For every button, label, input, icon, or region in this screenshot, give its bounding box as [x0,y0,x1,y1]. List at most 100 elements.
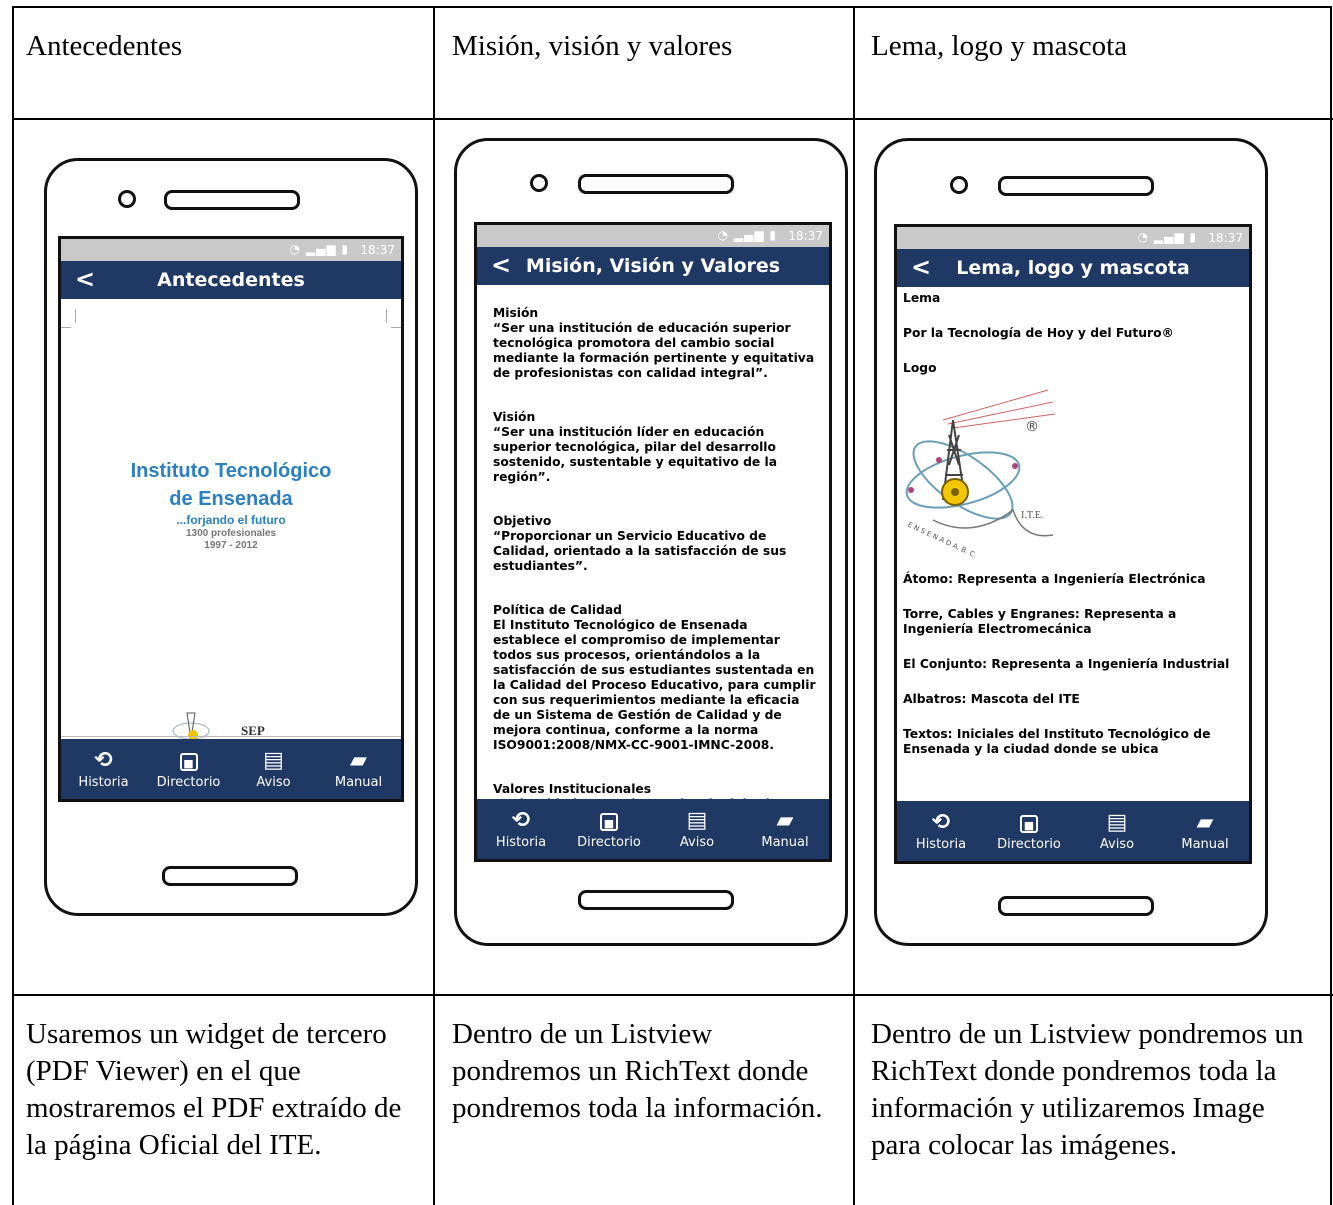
status-bar: ◔ ▂▄▆ ▮ 18:37 [477,225,829,247]
nav-label: Historia [915,836,967,852]
phone-screen-lema: ◔ ▂▄▆ ▮ 18:37 < Lema, logo y mascota Lem… [894,224,1252,864]
crop-mark [75,309,76,323]
nav-manual[interactable]: ▰ Manual [741,807,829,850]
logo-ite-text: I.T.E. [1021,510,1044,521]
paragraph-politica: Política de Calidad El Instituto Tecnoló… [493,603,816,752]
app-bar-title: Misión, Visión y Valores [525,255,781,277]
home-button [162,866,298,886]
caption-mision: Dentro de un Listview pondremos un RichT… [452,1018,823,1124]
crop-mark [391,327,401,328]
phone-mockup-1: ◔ ▂▄▆ ▮ 18:37 < Antecedentes Instituto T… [44,158,418,916]
bottom-nav: ⟲ Historia ■ Directorio ▤ Aviso ▰ Manual [61,739,401,799]
status-time: 18:37 [360,243,395,257]
paragraph-valores: Valores Institucionales 1. Identidad: To… [493,782,808,799]
history-icon: ⟲ [931,809,951,835]
speaker-icon [164,190,300,210]
logo-registered-mark: ® [1025,419,1039,435]
phone-screen-mision: ◔ ▂▄▆ ▮ 18:37 < Misión, Visión y Valores… [474,222,832,862]
nav-label: Directorio [997,836,1061,852]
crop-mark [386,309,387,323]
richtext-listview[interactable]: Lema Por la Tecnología de Hoy y del Futu… [897,287,1249,801]
nav-directorio[interactable]: ■ Directorio [565,809,653,850]
nav-historia[interactable]: ⟲ Historia [477,807,565,850]
bottom-nav: ⟲ Historia ■ Directorio ▤ Aviso ▰ Manual [477,799,829,859]
contacts-icon: ■ [146,749,231,775]
crop-mark [61,327,71,328]
nav-label: Aviso [256,774,291,790]
nav-manual[interactable]: ▰ Manual [1161,809,1249,852]
richtext-listview[interactable]: Misión “Ser una institución de educación… [477,285,829,799]
column-header-lema: Lema, logo y mascota [871,30,1128,62]
desc-conjunto: El Conjunto: Representa a Ingeniería Ind… [903,657,1230,671]
nav-manual[interactable]: ▰ Manual [316,747,401,790]
table-divider [12,994,1333,996]
bottom-nav: ⟲ Historia ■ Directorio ▤ Aviso ▰ Manual [897,801,1249,861]
paragraph-objetivo: Objetivo “Proporcionar un Servicio Educa… [493,514,787,573]
table-divider [12,118,1333,120]
nav-directorio[interactable]: ■ Directorio [985,811,1073,852]
history-icon: ⟲ [511,807,531,833]
app-bar: < Misión, Visión y Valores [477,247,829,285]
pdf-subtitle: ...forjando el futuro [176,513,286,527]
nav-historia[interactable]: ⟲ Historia [61,748,146,790]
pdf-title-line1: Instituto Tecnológico [130,460,332,482]
nav-label: Aviso [679,834,715,850]
nav-historia[interactable]: ⟲ Historia [897,809,985,852]
book-icon: ▰ [776,807,794,833]
paragraph-vision: Visión “Ser una institución líder en edu… [493,410,778,484]
table-divider [1330,6,1332,1205]
signal-icon: ◔ ▂▄▆ ▮ [1137,230,1197,244]
pdf-title-line2: de Ensenada [169,488,293,510]
document-icon: ▤ [263,747,284,773]
ite-logo-icon [169,709,219,739]
paragraph-mision: Misión “Ser una institución de educación… [493,306,815,380]
status-time: 18:37 [1208,231,1243,245]
camera-icon [118,190,136,208]
logo-label: Logo [903,361,937,375]
column-header-antecedentes: Antecedentes [26,30,183,62]
camera-icon [950,176,968,194]
app-bar: < Lema, logo y mascota [897,249,1249,287]
table-divider [853,6,855,1205]
contacts-icon: ■ [985,811,1073,837]
nav-aviso[interactable]: ▤ Aviso [231,747,316,790]
nav-label: Aviso [1099,836,1135,852]
nav-label: Directorio [156,774,221,790]
speaker-icon [578,174,734,194]
book-icon: ▰ [350,747,367,773]
status-bar: ◔ ▂▄▆ ▮ 18:37 [897,227,1249,249]
desc-torre: Torre, Cables y Engranes: Representa a I… [903,607,1177,636]
nav-directorio[interactable]: ■ Directorio [146,749,231,790]
nav-aviso[interactable]: ▤ Aviso [1073,809,1161,852]
desc-textos: Textos: Iniciales del Instituto Tecnológ… [903,727,1211,756]
nav-label: Manual [761,834,809,850]
ite-logo-image: ® I.T.E. E N S E N A D A, B. C. [903,380,1063,560]
nav-label: Historia [495,834,547,850]
pdf-viewer[interactable]: Instituto Tecnológico de Ensenada ...for… [61,299,401,739]
app-bar-title: Antecedentes [157,269,305,291]
lema-text: Por la Tecnología de Hoy y del Futuro® [903,326,1174,340]
document-icon: ▤ [686,807,708,833]
contacts-icon: ■ [565,809,653,835]
speaker-icon [998,176,1154,196]
phone-mockup-2: ◔ ▂▄▆ ▮ 18:37 < Misión, Visión y Valores… [454,138,848,946]
nav-label: Directorio [577,834,641,850]
nav-label: Manual [334,774,383,790]
page-edge [61,736,401,737]
caption-lema: Dentro de un Listview pondremos un RichT… [871,1018,1304,1161]
pdf-line2: 1997 - 2012 [204,540,258,551]
document-icon: ▤ [1106,809,1128,835]
desc-atomo: Átomo: Representa a Ingeniería Electróni… [903,572,1206,586]
phone-screen-antecedentes: ◔ ▂▄▆ ▮ 18:37 < Antecedentes Instituto T… [58,236,404,802]
signal-icon: ◔ ▂▄▆ ▮ [717,228,777,242]
caption-antecedentes: Usaremos un widget de tercero (PDF Viewe… [26,1018,402,1161]
book-icon: ▰ [1196,809,1214,835]
camera-icon [530,174,548,192]
app-bar-title: Lema, logo y mascota [956,257,1190,279]
home-button [578,890,734,910]
status-time: 18:37 [788,229,823,243]
app-bar: < Antecedentes [61,261,401,299]
nav-aviso[interactable]: ▤ Aviso [653,807,741,850]
nav-label: Historia [78,774,129,790]
column-header-mision: Misión, visión y valores [452,30,733,62]
